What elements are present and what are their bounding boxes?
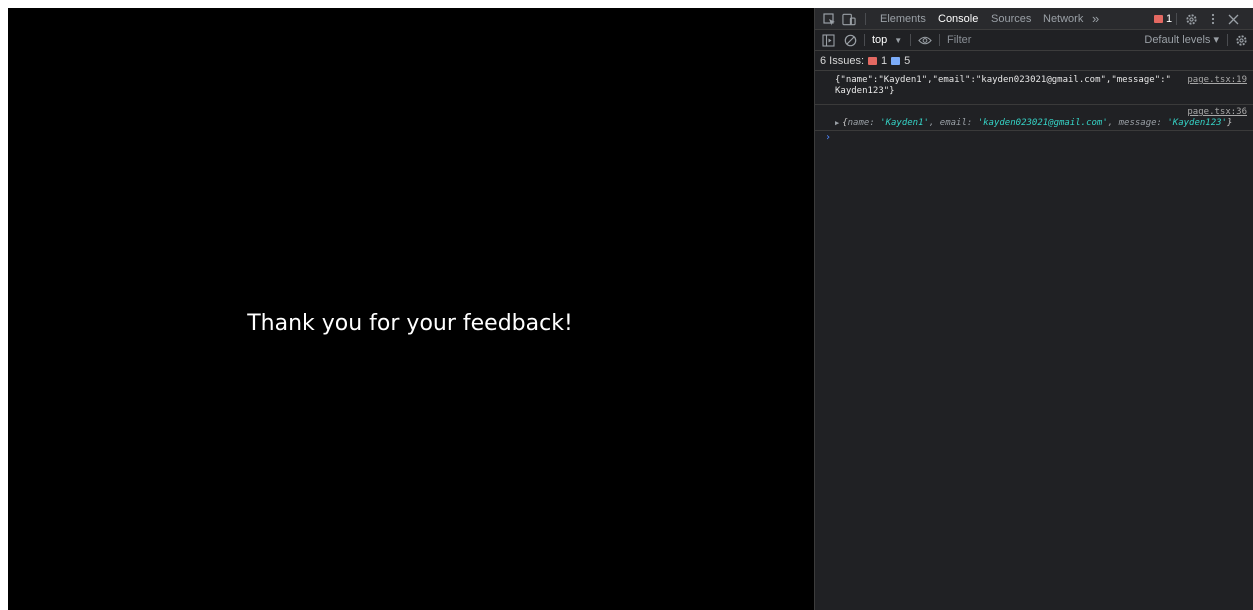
page-viewport [8, 8, 814, 610]
devtools-tabbar: Elements Console Sources Network » 1 [815, 8, 1253, 30]
close-devtools-icon[interactable] [1226, 12, 1240, 26]
tab-elements[interactable]: Elements [880, 8, 926, 30]
chevron-down-icon: ▼ [894, 36, 903, 45]
devtools-panel: Elements Console Sources Network » 1 top… [814, 8, 1253, 610]
device-toolbar-icon[interactable] [842, 12, 856, 26]
expand-triangle-icon[interactable]: ▶ [835, 119, 839, 127]
inspect-element-icon[interactable] [822, 12, 836, 26]
context-selector[interactable]: top ▼ [872, 30, 902, 51]
issues-info-count: 5 [904, 54, 911, 67]
context-label: top [872, 34, 888, 46]
tab-sources[interactable]: Sources [991, 8, 1031, 30]
console-message: page.tsx:19 {"name":"Kayden1","email":"k… [815, 71, 1253, 105]
tabbar-separator [865, 13, 866, 25]
error-count: 1 [1166, 13, 1173, 25]
log-levels-dropdown[interactable]: Default levels ▾ [1144, 30, 1219, 51]
source-link[interactable]: page.tsx:19 [1187, 75, 1247, 86]
object-value: 'Kayden1' [880, 118, 929, 128]
object-brace: } [1226, 118, 1233, 128]
object-key: , email: [928, 118, 978, 128]
console-object[interactable]: ▶ {name: 'Kayden1', email: 'kayden023021@… [835, 118, 1247, 129]
console-message: page.tsx:36 ▶ {name: 'Kayden1', email: 'k… [815, 105, 1253, 131]
settings-gear-icon[interactable] [1184, 12, 1198, 26]
live-expression-eye-icon[interactable] [918, 33, 932, 47]
error-issue-icon [868, 56, 878, 65]
console-message-text-line: {"name":"Kayden1","email":"kayden023021@… [835, 75, 1171, 85]
issues-bar[interactable]: 6 Issues: 1 5 [815, 51, 1253, 71]
tab-network[interactable]: Network [1043, 8, 1083, 30]
more-tabs-icon[interactable]: » [1092, 8, 1099, 30]
tab-console[interactable]: Console [938, 8, 978, 30]
info-issue-icon [891, 56, 901, 65]
issues-label: 6 Issues: [820, 54, 865, 67]
error-count-badge[interactable]: 1 [1154, 12, 1172, 26]
tabbar-separator [1176, 13, 1177, 25]
toolbar-separator [939, 34, 940, 46]
clear-console-icon[interactable] [843, 33, 857, 47]
more-options-kebab-icon[interactable] [1206, 12, 1220, 26]
toolbar-separator [864, 34, 865, 46]
console-message-text-line: Kayden123"} [835, 86, 895, 96]
console-toolbar: top ▼ Default levels ▾ [815, 30, 1253, 51]
object-key: , message: [1107, 118, 1168, 128]
issues-error-count: 1 [881, 54, 888, 67]
toolbar-separator [1227, 34, 1228, 46]
source-link[interactable]: page.tsx:36 [1187, 107, 1247, 117]
object-value: 'Kayden123' [1167, 118, 1227, 128]
console-prompt[interactable]: › [825, 132, 831, 143]
thank-you-message: Thank you for your feedback! [247, 311, 573, 336]
error-icon [1154, 15, 1163, 23]
toolbar-separator [910, 34, 911, 46]
filter-input[interactable] [943, 32, 1133, 48]
object-key: name: [847, 118, 881, 128]
show-sidebar-icon[interactable] [821, 33, 835, 47]
object-value: 'kayden023021@gmail.com' [977, 118, 1108, 128]
console-settings-gear-icon[interactable] [1234, 33, 1248, 47]
